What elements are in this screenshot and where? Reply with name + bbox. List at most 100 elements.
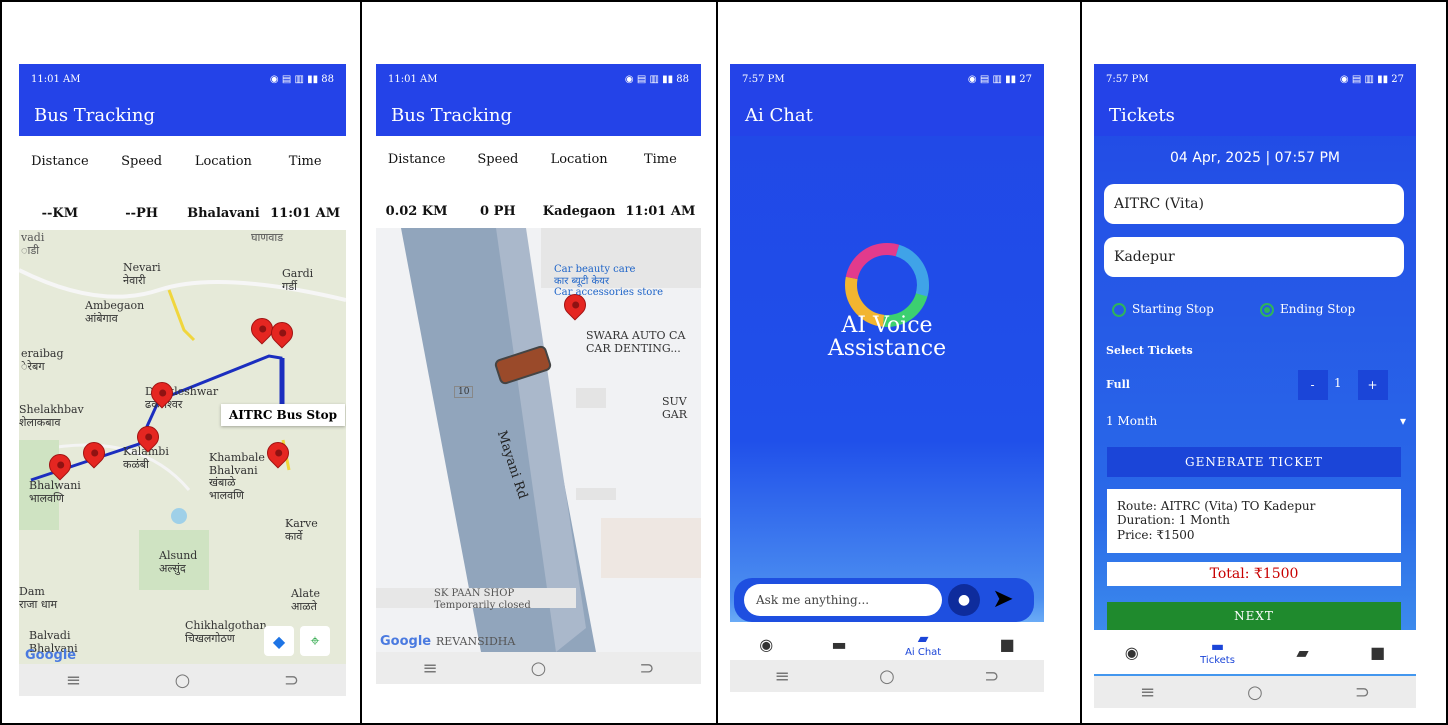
fare-type-label: Full bbox=[1106, 378, 1130, 391]
nav-label: Ai Chat bbox=[905, 646, 942, 658]
status-bar: 11:01 AM ◉ ▤ ▥ ▮▮ 88 bbox=[19, 64, 346, 94]
status-time: 7:57 PM bbox=[1106, 73, 1149, 85]
ticket-datetime: 04 Apr, 2025 | 07:57 PM bbox=[1170, 150, 1340, 166]
back-icon[interactable]: ⊃ bbox=[984, 666, 999, 687]
nav-label: Tickets bbox=[1200, 654, 1235, 666]
map-label: Car beauty care कार ब्यूटी केयर Car acce… bbox=[554, 264, 664, 298]
metric-header: Speed bbox=[121, 154, 163, 169]
mic-icon[interactable]: ● bbox=[948, 584, 980, 616]
bus-stop-callout: AITRC Bus Stop bbox=[221, 404, 345, 426]
map-label: SK PAAN SHOP Temporarily closed bbox=[434, 588, 531, 611]
system-nav-bar: ≡ ○ ⊃ bbox=[1094, 676, 1416, 708]
status-icons: ◉ ▤ ▥ ▮▮ 27 bbox=[1339, 73, 1404, 85]
metric-value: Kadegaon bbox=[542, 204, 616, 219]
radio-label: Starting Stop bbox=[1132, 302, 1214, 316]
to-stop-field[interactable]: Kadepur bbox=[1104, 237, 1404, 277]
metric-headers: Distance Speed Location Time bbox=[19, 154, 346, 169]
chat-input[interactable]: Ask me anything... bbox=[744, 584, 942, 616]
google-logo: Google bbox=[25, 648, 77, 663]
divider bbox=[360, 0, 362, 725]
metric-headers: Distance Speed Location Time bbox=[376, 152, 701, 167]
status-bar: 11:01 AM ◉ ▤ ▥ ▮▮ 88 bbox=[376, 64, 701, 94]
wallet-icon[interactable]: ■ bbox=[1370, 643, 1385, 662]
duration-select[interactable]: 1 Month ▾ bbox=[1106, 414, 1406, 428]
map-label: घाणवाड bbox=[251, 231, 284, 244]
increment-button[interactable]: + bbox=[1358, 370, 1388, 400]
ticket-icon: ▬ bbox=[1210, 638, 1225, 655]
radio-icon bbox=[1260, 302, 1274, 317]
map-label: ाडी bbox=[21, 244, 40, 257]
nav-item-ai-chat[interactable]: ▰ Ai Chat bbox=[905, 631, 941, 658]
phone-screen-bus-tracking: 11:01 AM ◉ ▤ ▥ ▮▮ 88 Bus Tracking Distan… bbox=[19, 64, 346, 696]
status-bar: 7:57 PM ◉ ▤ ▥ ▮▮ 27 bbox=[1094, 64, 1416, 94]
maps-app-icon[interactable]: ⌖ bbox=[300, 626, 330, 656]
send-icon[interactable]: ➤ bbox=[992, 584, 1014, 614]
chat-icon: ▰ bbox=[917, 630, 929, 647]
metric-value: Bhalavani bbox=[187, 206, 260, 221]
location-icon[interactable]: ◉ bbox=[1125, 643, 1139, 662]
location-icon[interactable]: ◉ bbox=[759, 635, 773, 654]
map-label: eraibag ेरेबग bbox=[21, 347, 64, 373]
metric-header: Location bbox=[194, 154, 252, 169]
home-icon[interactable]: ○ bbox=[175, 670, 191, 691]
metric-value: --PH bbox=[125, 206, 159, 221]
chat-icon[interactable]: ▰ bbox=[1296, 643, 1308, 662]
back-icon[interactable]: ⊃ bbox=[1355, 682, 1370, 703]
back-icon[interactable]: ⊃ bbox=[284, 670, 299, 691]
route-summary: Route: AITRC (Vita) TO Kadepur Duration:… bbox=[1107, 489, 1401, 553]
quantity-value: 1 bbox=[1334, 376, 1342, 390]
status-time: 11:01 AM bbox=[31, 73, 81, 85]
directions-icon[interactable]: ◆ bbox=[264, 626, 294, 656]
system-nav-bar: ≡ ○ ⊃ bbox=[730, 660, 1044, 692]
phone-screen-ai-chat: 7:57 PM ◉ ▤ ▥ ▮▮ 27 Ai Chat AI Voice Ass… bbox=[730, 64, 1044, 692]
wallet-icon[interactable]: ■ bbox=[1000, 635, 1015, 654]
status-bar: 7:57 PM ◉ ▤ ▥ ▮▮ 27 bbox=[730, 64, 1044, 94]
total-amount: Total: ₹1500 bbox=[1107, 562, 1401, 586]
metric-values: --KM --PH Bhalavani 11:01 AM bbox=[19, 206, 346, 221]
home-icon[interactable]: ○ bbox=[1247, 682, 1263, 703]
metric-value: 11:01 AM bbox=[625, 204, 696, 219]
bus-icon[interactable]: ▬ bbox=[832, 635, 847, 654]
menu-icon[interactable]: ≡ bbox=[1140, 682, 1155, 703]
system-nav-bar: ≡ ○ ⊃ bbox=[376, 652, 701, 684]
map-label: SWARA AUTO CA CAR DENTING... bbox=[586, 329, 686, 355]
map-label: Nevari नेवारी bbox=[123, 261, 161, 287]
status-time: 11:01 AM bbox=[388, 73, 438, 85]
menu-icon[interactable]: ≡ bbox=[423, 658, 438, 679]
map-label: Shelakhbav शेलाकबाव bbox=[19, 403, 84, 429]
map[interactable]: vadi ाडी घाणवाड Nevari नेवारी Gardi गर्ड… bbox=[19, 230, 346, 664]
home-icon[interactable]: ○ bbox=[531, 658, 547, 679]
section-label: Select Tickets bbox=[1106, 344, 1193, 357]
menu-icon[interactable]: ≡ bbox=[775, 666, 790, 687]
map-label: Gardi गर्डी bbox=[282, 267, 314, 293]
radio-label: Ending Stop bbox=[1280, 302, 1356, 316]
metric-header: Location bbox=[550, 152, 608, 167]
map-label: REVANSIDHA bbox=[436, 635, 516, 648]
page-title: Tickets bbox=[1094, 94, 1416, 136]
road-badge: 10 bbox=[454, 386, 474, 399]
phone-screen-bus-tracking-live: 11:01 AM ◉ ▤ ▥ ▮▮ 88 Bus Tracking Distan… bbox=[376, 64, 701, 684]
next-button[interactable]: NEXT bbox=[1107, 602, 1401, 630]
page-title: Bus Tracking bbox=[19, 94, 346, 136]
metric-header: Distance bbox=[387, 152, 446, 167]
starting-stop-radio[interactable]: Starting Stop bbox=[1112, 302, 1214, 317]
radio-icon bbox=[1112, 302, 1126, 317]
page-title: Bus Tracking bbox=[376, 94, 701, 136]
ending-stop-radio[interactable]: Ending Stop bbox=[1260, 302, 1355, 317]
map[interactable]: Car beauty care कार ब्यूटी केयर Car acce… bbox=[376, 228, 701, 652]
menu-icon[interactable]: ≡ bbox=[66, 670, 81, 691]
generate-ticket-button[interactable]: GENERATE TICKET bbox=[1107, 447, 1401, 477]
metric-header: Time bbox=[643, 152, 677, 167]
back-icon[interactable]: ⊃ bbox=[639, 658, 654, 679]
assistant-title: AI Voice Assistance bbox=[827, 313, 947, 362]
metric-header: Speed bbox=[477, 152, 519, 167]
home-icon[interactable]: ○ bbox=[879, 666, 895, 687]
duration-value: 1 Month bbox=[1106, 414, 1158, 428]
from-stop-field[interactable]: AITRC (Vita) bbox=[1104, 184, 1404, 224]
map-label: Bhalwani भालवणि bbox=[29, 479, 81, 505]
metric-value: 11:01 AM bbox=[270, 206, 341, 221]
divider bbox=[716, 0, 718, 725]
nav-item-tickets[interactable]: ▬ Tickets bbox=[1200, 639, 1235, 666]
status-icons: ◉ ▤ ▥ ▮▮ 27 bbox=[967, 73, 1032, 85]
decrement-button[interactable]: - bbox=[1298, 370, 1328, 400]
